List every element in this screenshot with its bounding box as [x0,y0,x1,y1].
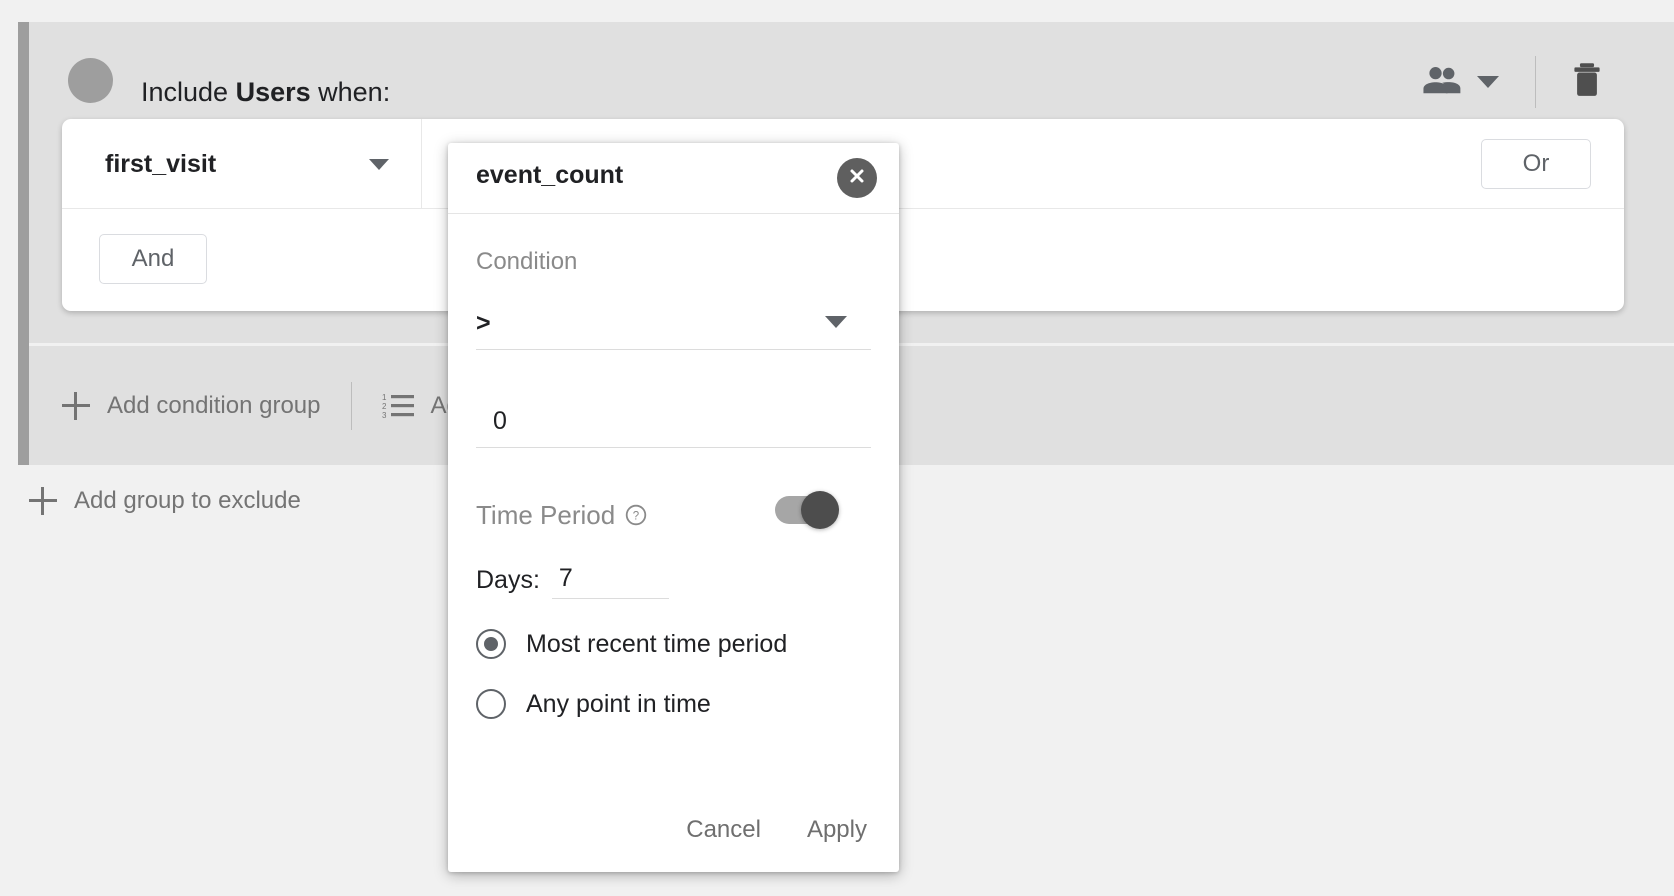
add-condition-group-label: Add condition group [107,391,321,419]
and-button[interactable]: And [99,234,207,284]
delete-group-button[interactable] [1562,56,1612,109]
help-circle-icon[interactable]: ? [625,504,647,526]
include-group-header-actions [1411,52,1674,112]
dimension-selector[interactable]: first_visit [62,119,422,209]
condition-settings-popup: event_count Condition > 0 Time Period ? … [448,143,899,872]
operator-value: > [476,309,491,337]
time-period-label: Time Period [476,499,616,530]
close-icon [848,167,866,190]
operator-select[interactable]: > [476,298,871,350]
add-group-to-exclude-button[interactable]: Add group to exclude [29,487,301,515]
people-icon [1421,65,1463,100]
toggle-thumb [801,491,839,529]
radio-any-point-in-time[interactable]: Any point in time [476,689,871,719]
apply-button[interactable]: Apply [803,810,871,850]
radio-most-recent-time-period[interactable]: Most recent time period [476,629,871,659]
radio-button-icon [476,689,506,719]
close-popup-button[interactable] [837,158,877,198]
include-suffix: when: [310,77,391,107]
chevron-down-icon [1477,76,1499,88]
footer-divider [350,381,352,430]
time-period-row: Time Period ? [476,491,871,538]
days-row: Days: 7 [476,564,871,599]
header-divider [1535,56,1536,108]
trash-icon [1572,62,1602,102]
popup-actions: Cancel Apply [682,810,871,850]
include-prefix: Include [141,77,236,107]
popup-body: Condition > 0 Time Period ? Days: 7 Most… [448,248,899,719]
popup-title: event_count [476,161,624,189]
chevron-down-icon [825,316,847,328]
radio-button-selected-icon [476,629,506,659]
radio-label: Any point in time [526,689,711,718]
condition-value-input[interactable]: 0 [476,396,871,448]
svg-text:3: 3 [382,411,387,419]
svg-text:1: 1 [382,393,387,402]
condition-label: Condition [476,248,578,275]
days-value: 7 [558,564,573,592]
popup-header: event_count [448,143,899,214]
add-group-to-exclude-label: Add group to exclude [74,487,301,514]
days-input[interactable]: 7 [551,564,669,599]
scope-selector-button[interactable] [1411,59,1509,106]
chevron-down-icon [369,158,389,170]
segment-builder-page: Include Users when: first_visit Or And A… [0,0,1674,896]
time-period-toggle[interactable] [775,491,839,529]
condition-value: 0 [493,407,507,435]
radio-label: Most recent time period [526,629,788,658]
numbered-list-icon: 1 2 3 [382,393,414,420]
plus-icon [29,487,57,515]
cancel-button[interactable]: Cancel [682,810,765,850]
days-label: Days: [476,566,540,594]
plus-icon [62,391,90,420]
svg-text:?: ? [633,511,639,523]
dimension-name: first_visit [105,149,217,178]
include-scope: Users [235,77,311,107]
audience-dot-icon [68,58,113,103]
include-group-header: Include Users when: [29,22,1674,110]
or-button[interactable]: Or [1481,139,1591,189]
svg-text:2: 2 [382,402,387,411]
add-condition-group-button[interactable]: Add condition group [62,391,321,420]
include-scope-text: Include Users when: [141,77,390,108]
